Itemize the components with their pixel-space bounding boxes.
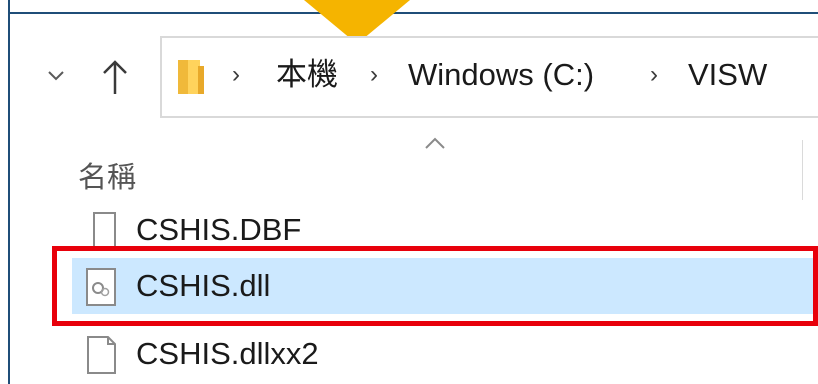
recent-locations-button[interactable]: [44, 64, 68, 88]
breadcrumb-windows-c[interactable]: Windows (C:): [408, 55, 594, 95]
file-name: CSHIS.dll: [136, 268, 271, 303]
folder-icon: [178, 60, 204, 94]
file-row-cshis-dbf[interactable]: CSHIS.DBF: [72, 202, 818, 258]
dll-file-icon: [86, 268, 116, 306]
blank-file-icon: [87, 336, 116, 374]
up-one-level-button[interactable]: [100, 56, 130, 96]
breadcrumb-separator[interactable]: ›: [232, 55, 240, 95]
file-row-cshis-dll[interactable]: CSHIS.dll: [72, 258, 818, 314]
breadcrumb-separator[interactable]: ›: [650, 55, 658, 95]
file-row-cshis-dllxx2[interactable]: CSHIS.dllxx2: [72, 326, 818, 382]
chevron-down-icon: [48, 71, 64, 81]
breadcrumb-separator[interactable]: ›: [370, 55, 378, 95]
file-name: CSHIS.DBF: [136, 212, 302, 247]
breadcrumb-visw[interactable]: VISW: [688, 55, 767, 95]
breadcrumb-this-pc[interactable]: 本機: [276, 55, 338, 95]
arrow-up-icon: [103, 60, 127, 94]
column-divider[interactable]: [802, 140, 803, 200]
file-name: CSHIS.dllxx2: [136, 336, 319, 371]
sort-ascending-icon: [425, 137, 445, 149]
column-header-name[interactable]: 名稱: [78, 160, 136, 196]
window-left-border: [0, 0, 10, 384]
explorer-window: › 本機 › Windows (C:) › VISW 名稱 CSHIS.DBF …: [0, 0, 818, 384]
blank-file-icon: [93, 212, 116, 250]
